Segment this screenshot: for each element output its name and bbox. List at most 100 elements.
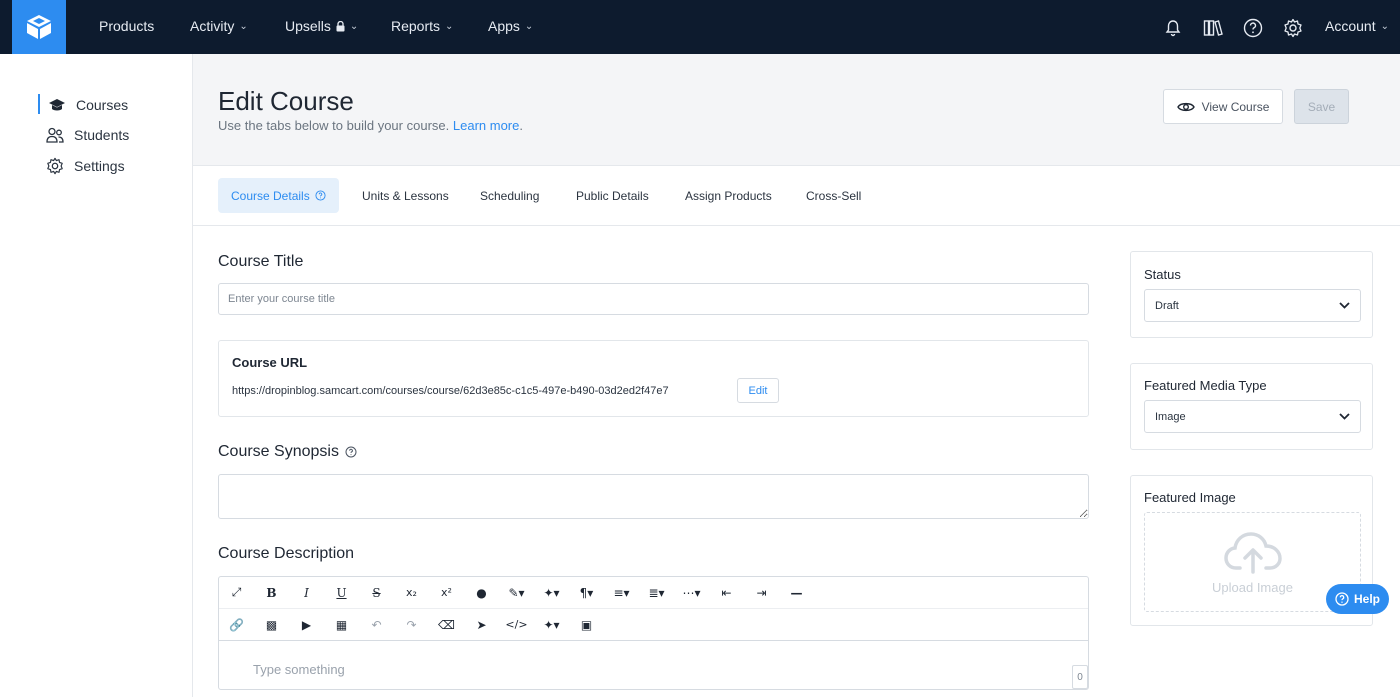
- underline-icon[interactable]: U: [324, 577, 359, 609]
- course-synopsis-heading: Course Synopsis: [218, 443, 357, 461]
- status-select[interactable]: Draft: [1144, 289, 1361, 322]
- rich-text-editor: ⤢ B I U S x₂ x² ● ✎▾ ✦▾ ¶▾ ≡▾ ≣▾ ⋯▾ ⇤ ⇥ …: [218, 576, 1089, 690]
- link-icon[interactable]: 🔗: [219, 609, 254, 641]
- nav-label: Upsells: [285, 18, 331, 34]
- page-subtitle: Use the tabs below to build your course.…: [218, 118, 523, 133]
- tab-assign-products[interactable]: Assign Products: [685, 178, 772, 213]
- eye-icon: [1176, 102, 1195, 111]
- superscript-icon[interactable]: x²: [429, 577, 464, 609]
- subtitle-period: .: [519, 118, 523, 133]
- tab-scheduling[interactable]: Scheduling: [480, 178, 539, 213]
- course-title-input[interactable]: [218, 283, 1089, 315]
- lock-icon: [336, 20, 345, 31]
- code-view-icon[interactable]: </>: [499, 609, 534, 641]
- sidebar: Courses Students Settings: [0, 54, 193, 697]
- tab-units-lessons[interactable]: Units & Lessons: [362, 178, 449, 213]
- outdent-icon[interactable]: ⇤: [709, 577, 744, 609]
- nav-label: Products: [99, 18, 155, 34]
- featured-media-type-select[interactable]: Image: [1144, 400, 1361, 433]
- course-synopsis-textarea[interactable]: [218, 474, 1089, 519]
- nav-reports[interactable]: Reports ⌄: [391, 18, 453, 34]
- align-icon[interactable]: ≡▾: [604, 577, 639, 609]
- page-title: Edit Course: [218, 86, 354, 116]
- view-course-button[interactable]: View Course: [1163, 89, 1283, 124]
- sidebar-item-students[interactable]: Students: [46, 127, 129, 143]
- featured-image-label: Featured Image: [1144, 490, 1236, 505]
- ordered-list-icon[interactable]: ≣▾: [639, 577, 674, 609]
- strikethrough-icon[interactable]: S: [359, 577, 394, 609]
- course-url-box: Course URL https://dropinblog.samcart.co…: [218, 340, 1089, 417]
- cloud-upload-icon: [1223, 531, 1282, 574]
- edit-url-button[interactable]: Edit: [737, 378, 779, 403]
- table-icon[interactable]: ▦: [324, 609, 359, 641]
- text-color-icon[interactable]: ●: [464, 577, 499, 609]
- account-menu[interactable]: Account ⌄: [1325, 18, 1389, 34]
- library-icon[interactable]: [1202, 17, 1224, 39]
- select-all-icon[interactable]: ➤: [464, 609, 499, 641]
- featured-media-panel: Featured Media Type Image: [1130, 363, 1373, 450]
- course-url-label: Course URL: [232, 355, 308, 370]
- chevron-down-icon: ⌄: [239, 20, 248, 32]
- magic-wand-icon[interactable]: ✦▾: [534, 609, 569, 641]
- nav-label: Reports: [391, 18, 441, 34]
- course-title-label: Course Title: [218, 253, 304, 270]
- course-description-label: Course Description: [218, 545, 355, 562]
- subscript-icon[interactable]: x₂: [394, 577, 429, 609]
- video-icon[interactable]: ▶: [289, 609, 324, 641]
- sidebar-item-courses[interactable]: Courses: [48, 97, 128, 113]
- sidebar-item-settings[interactable]: Settings: [46, 157, 125, 175]
- redo-icon[interactable]: ↷: [394, 609, 429, 641]
- nav-label: Apps: [488, 18, 520, 34]
- paint-brush-icon[interactable]: ✎▾: [499, 577, 534, 609]
- image-icon[interactable]: ▩: [254, 609, 289, 641]
- unordered-list-icon[interactable]: ⋯▾: [674, 577, 709, 609]
- char-count: 0: [1072, 665, 1088, 689]
- logo[interactable]: [12, 0, 66, 54]
- help-label: Help: [1353, 592, 1380, 606]
- horizontal-rule-icon[interactable]: —: [779, 577, 814, 609]
- bell-icon[interactable]: [1162, 17, 1184, 39]
- tabs-bar: Course Details Units & Lessons Schedulin…: [193, 166, 1400, 226]
- undo-icon[interactable]: ↶: [359, 609, 394, 641]
- magic-wand-icon[interactable]: ✦▾: [534, 577, 569, 609]
- editor-toolbar-row: 🔗 ▩ ▶ ▦ ↶ ↷ ⌫ ➤ </> ✦▾ ▣: [219, 609, 1088, 641]
- chevron-down-icon: ⌄: [349, 20, 359, 32]
- bold-icon[interactable]: B: [254, 577, 289, 609]
- sidebar-item-label: Courses: [76, 97, 129, 113]
- editor-toolbar-row: ⤢ B I U S x₂ x² ● ✎▾ ✦▾ ¶▾ ≡▾ ≣▾ ⋯▾ ⇤ ⇥ …: [219, 577, 1088, 609]
- tab-course-details[interactable]: Course Details: [218, 178, 339, 213]
- page-header: Edit Course Use the tabs below to build …: [193, 54, 1400, 166]
- editor-placeholder[interactable]: Type something: [253, 662, 345, 677]
- gear-icon[interactable]: [1282, 17, 1304, 39]
- nav-apps[interactable]: Apps ⌄: [488, 18, 533, 34]
- indent-icon[interactable]: ⇥: [744, 577, 779, 609]
- fullscreen-icon[interactable]: ⤢: [219, 577, 254, 609]
- italic-icon[interactable]: I: [289, 577, 324, 609]
- course-url-value: https://dropinblog.samcart.com/courses/c…: [232, 385, 669, 397]
- subtitle-text: Use the tabs below to build your course.: [218, 118, 450, 133]
- top-navbar: Products Activity ⌄ Upsells ⌄ Reports ⌄ …: [0, 0, 1400, 54]
- sidebar-item-label: Settings: [74, 158, 125, 174]
- active-indicator: [38, 94, 40, 114]
- paragraph-icon[interactable]: ¶▾: [569, 577, 604, 609]
- view-course-label: View Course: [1201, 99, 1270, 114]
- chevron-down-icon: [1339, 302, 1350, 309]
- help-circle-icon[interactable]: [1242, 17, 1264, 39]
- save-button[interactable]: Save: [1294, 89, 1349, 124]
- status-value: Draft: [1155, 299, 1179, 312]
- help-circle-icon[interactable]: [345, 446, 357, 458]
- tab-label: Course Details: [231, 188, 310, 203]
- tab-public-details[interactable]: Public Details: [576, 178, 649, 213]
- nav-activity[interactable]: Activity ⌄: [190, 18, 248, 34]
- chevron-down-icon: ⌄: [445, 20, 454, 32]
- embed-icon[interactable]: ▣: [569, 609, 604, 641]
- eraser-icon[interactable]: ⌫: [429, 609, 464, 641]
- help-circle-icon: [1335, 592, 1349, 606]
- nav-products[interactable]: Products: [99, 18, 154, 34]
- tab-cross-sell[interactable]: Cross-Sell: [806, 178, 861, 213]
- nav-label: Activity: [190, 18, 235, 34]
- learn-more-link[interactable]: Learn more: [453, 118, 519, 133]
- help-button[interactable]: Help: [1326, 584, 1389, 614]
- course-synopsis-label: Course Synopsis: [218, 443, 339, 460]
- nav-upsells[interactable]: Upsells ⌄: [285, 18, 358, 34]
